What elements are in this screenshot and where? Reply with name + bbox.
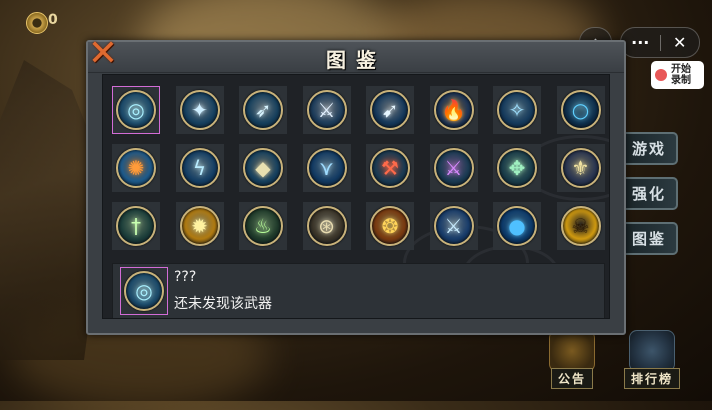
weapon-slot[interactable]: ✥ [493,144,541,192]
announcement-label: 公告 [550,368,593,389]
leaderboard-label: 排行榜 [623,368,680,389]
weapon-slot[interactable]: ⚔ [429,202,478,250]
more-icon[interactable]: ··· [621,33,660,52]
weapon-slot[interactable]: ● [493,202,541,250]
record-dot-icon [655,69,667,81]
close-icon[interactable]: ✕ [661,33,700,52]
weapon-slot[interactable]: ⚒ [366,144,414,192]
weapon-slot[interactable]: 🔥 [429,86,478,134]
weapon-slot[interactable]: ➶ [239,86,287,134]
weapon-slot[interactable]: ☠ [556,202,605,250]
record-label: 开始录制 [671,64,691,86]
panel-title: 图鉴 [326,48,386,72]
crimson-sword-icon: ⚒ [370,148,410,188]
weapon-slot[interactable]: ϟ [175,144,224,192]
weapon-slot[interactable]: ✦ [175,86,224,134]
weapon-slot[interactable]: ⚜ [556,144,605,192]
weapon-slot[interactable]: ♨ [239,202,287,250]
weapon-slot[interactable]: ✧ [493,86,541,134]
panel-close-button[interactable]: ✕ [86,36,120,72]
side-menu-item-codex[interactable]: 图鉴 [622,222,678,255]
blue-ring-icon: ○ [560,90,601,130]
battle-axe-icon: ⚔ [306,90,347,130]
ice-flame-icon: ✧ [497,90,537,130]
weapon-slot[interactable]: ◎ [112,86,160,134]
fire-vortex-icon: ✺ [116,148,156,188]
detail-icon-slot: ◎ [120,267,168,315]
crossbow-icon: ➹ [370,90,410,130]
weapon-name: ??? [174,269,197,285]
ring-blade-icon: ◎ [124,271,164,311]
ice-claw-icon: ✦ [179,90,220,130]
triple-beam-icon: ⋎ [306,148,347,188]
sun-disc-icon: ✹ [179,206,220,246]
triple-fire-icon: 🔥 [433,90,474,130]
water-orb-icon: ● [497,206,537,246]
weapon-slot[interactable]: ◆ [239,144,287,192]
codex-panel: 图鉴 ✕ ◎ ✦ ➶ ⚔ ➹ 🔥 ✧ ○ ✺ ϟ ◆ ⋎ ⚒ ⚔ ✥ ⚜ † ✹ ♨ ⊛ ❂ ⚔ ● ☠ ◎ ??? 还未发现… [86,36,626,335]
spirit-flame-icon: ♨ [243,206,283,246]
weapon-slot[interactable]: ✹ [175,202,224,250]
weapon-slot[interactable]: ➹ [366,86,414,134]
rune-circle-icon: ⊛ [306,206,347,246]
weapon-slot[interactable]: ✺ [112,144,160,192]
lightning-lance-icon: ϟ [179,148,220,188]
leaderboard-button[interactable]: 排行榜 [622,330,682,389]
side-menu: 游戏 强化 图鉴 [622,132,678,255]
violet-blade-icon: ⚔ [433,148,474,188]
record-button[interactable]: 开始录制 [651,61,704,89]
weapon-slot[interactable]: ⊛ [302,202,351,250]
frost-spear-icon: ➶ [243,90,283,130]
announcement-button[interactable]: 公告 [542,330,602,389]
weapon-slot[interactable]: ❂ [366,202,414,250]
jade-greatsword-icon: † [116,206,156,246]
side-menu-item-game[interactable]: 游戏 [622,132,678,165]
kite-shuriken-icon: ◆ [243,148,283,188]
banner-icon [629,330,675,372]
frost-blade-icon: ⚔ [433,206,474,246]
golden-axe-icon: ⚜ [560,148,601,188]
weapon-grid: ◎ ✦ ➶ ⚔ ➹ 🔥 ✧ ○ ✺ ϟ ◆ ⋎ ⚒ ⚔ ✥ ⚜ † ✹ ♨ ⊛ ❂ ⚔ ● ☠ [112,86,605,250]
flame-swirl-icon: ❂ [370,206,410,246]
weapon-detail: ◎ ??? 还未发现该武器 [112,263,605,318]
capsule-button: ··· ✕ [620,27,700,58]
weapon-slot[interactable]: ⋎ [302,144,351,192]
panther-head-icon: ☠ [560,206,601,246]
weapon-description: 还未发现该武器 [174,296,272,312]
scroll-icon [549,330,595,372]
coin-value: 0 [48,12,58,28]
weapon-slot[interactable]: † [112,202,160,250]
ring-blade-icon: ◎ [116,90,156,130]
coin-icon [26,12,48,34]
weapon-slot[interactable]: ⚔ [429,144,478,192]
jade-glaive-icon: ✥ [497,148,537,188]
weapon-slot[interactable]: ○ [556,86,605,134]
panel-body: ◎ ✦ ➶ ⚔ ➹ 🔥 ✧ ○ ✺ ϟ ◆ ⋎ ⚒ ⚔ ✥ ⚜ † ✹ ♨ ⊛ ❂ ⚔ ● ☠ ◎ ??? 还未发现该武器 [102,74,610,319]
side-menu-item-enhance[interactable]: 强化 [622,177,678,210]
weapon-slot[interactable]: ⚔ [302,86,351,134]
